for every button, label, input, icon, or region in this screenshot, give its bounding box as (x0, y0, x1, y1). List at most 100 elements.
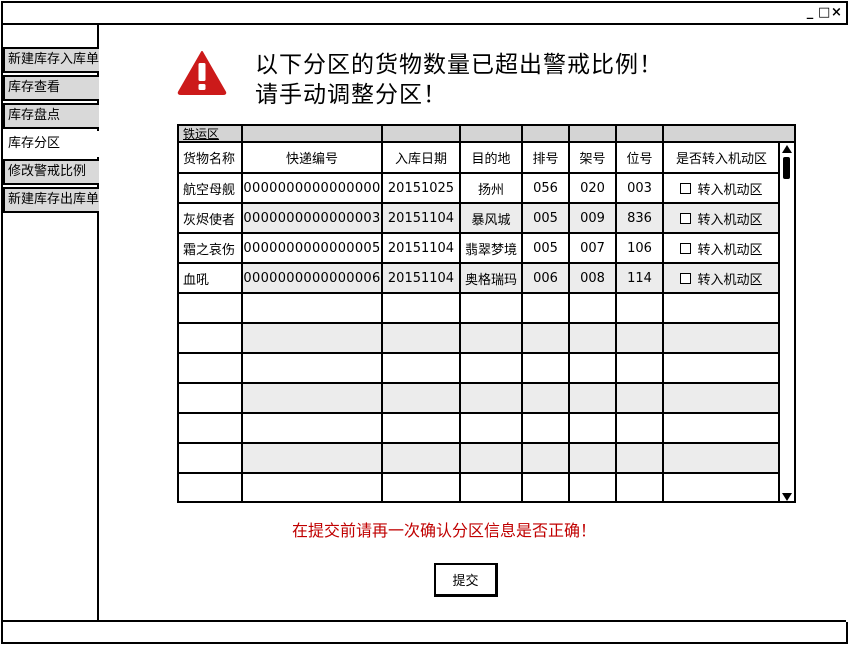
empty-cell (662, 352, 781, 384)
checkbox-box[interactable] (680, 212, 692, 224)
region-tab[interactable]: 铁运区 (183, 126, 219, 143)
empty-cell (459, 472, 523, 501)
sidebar-item-stock-zones[interactable]: 库存分区 (3, 131, 101, 157)
empty-table-row (179, 442, 781, 474)
sidebar: 新建库存入库单 库存查看 库存盘点 库存分区 修改警戒比例 新建库存出库单 (3, 25, 101, 622)
empty-cell (568, 382, 617, 414)
empty-cell (381, 442, 461, 474)
sidebar-item-stock-check[interactable]: 库存盘点 (3, 103, 101, 129)
cell-date: 20151104 (381, 202, 461, 234)
sidebar-item-edit-alert-ratio[interactable]: 修改警戒比例 (3, 159, 101, 185)
cell-row: 056 (521, 172, 570, 204)
empty-cell (662, 292, 781, 324)
empty-cell (615, 352, 664, 384)
empty-table-row (179, 352, 781, 384)
empty-cell (179, 442, 243, 474)
scroll-down-icon[interactable] (782, 493, 792, 501)
cell-dest: 奥格瑞玛 (459, 262, 523, 294)
empty-cell (241, 412, 383, 444)
submit-button[interactable]: 提交 (434, 563, 498, 597)
empty-cell (615, 442, 664, 474)
minimize-icon[interactable]: _ (805, 5, 816, 21)
empty-cell (615, 472, 664, 501)
title-bar: _ □ × (3, 3, 846, 25)
empty-table-row (179, 292, 781, 324)
cell-name: 航空母舰 (179, 172, 243, 204)
checkbox-box[interactable] (680, 272, 692, 284)
app-window: _ □ × 新建库存入库单 库存查看 库存盘点 库存分区 修改警戒比例 新建库存… (1, 1, 848, 644)
cell-name: 霜之哀伤 (179, 232, 243, 264)
move-to-flex-zone-checkbox[interactable]: 转入机动区 (680, 209, 763, 228)
column-header: 入库日期 (381, 143, 461, 174)
empty-cell (381, 382, 461, 414)
sidebar-item-label: 修改警戒比例 (8, 164, 87, 179)
checkbox-box[interactable] (680, 242, 692, 254)
table-header-row: 货物名称 快递编号 入库日期 目的地 排号 架号 位号 是否转入机动区 (179, 143, 781, 174)
cell-code: 0000000000000006 (241, 262, 383, 294)
cell-code: 0000000000000000 (241, 172, 383, 204)
empty-cell (662, 442, 781, 474)
empty-cell (615, 322, 664, 354)
empty-cell (568, 472, 617, 501)
empty-cell (521, 442, 570, 474)
cell-date: 20151025 (381, 172, 461, 204)
zone-table: 铁运区 货物名称 快递编号 入库日期 目的地 排号 架号 位号 是否转入机动区 … (177, 124, 796, 503)
cell-date: 20151104 (381, 232, 461, 264)
move-to-flex-zone-checkbox[interactable]: 转入机动区 (680, 179, 763, 198)
column-header: 位号 (615, 143, 664, 174)
empty-cell (179, 292, 243, 324)
scroll-thumb[interactable] (783, 157, 790, 179)
checkbox-label: 转入机动区 (697, 182, 763, 198)
column-header: 目的地 (459, 143, 523, 174)
table-scrollbar[interactable] (778, 143, 794, 501)
maximize-icon[interactable]: □ (818, 5, 830, 21)
empty-cell (568, 442, 617, 474)
cell-shelf: 009 (568, 202, 617, 234)
cell-row: 005 (521, 232, 570, 264)
empty-cell (179, 352, 243, 384)
sidebar-item-new-inbound[interactable]: 新建库存入库单 (3, 47, 101, 73)
cell-shelf: 007 (568, 232, 617, 264)
table-row[interactable]: 灰烬使者 0000000000000003 20151104 暴风城 005 009 836… (179, 202, 781, 234)
empty-cell (521, 322, 570, 354)
empty-cell (179, 412, 243, 444)
empty-cell (381, 472, 461, 501)
empty-cell (241, 322, 383, 354)
cell-dest: 扬州 (459, 172, 523, 204)
sidebar-item-label: 新建库存入库单 (8, 52, 100, 67)
move-to-flex-zone-checkbox[interactable]: 转入机动区 (680, 239, 763, 258)
main-content: 以下分区的货物数量已超出警戒比例！ 请手动调整分区！ 铁运区 货物名称 快递编号… (99, 25, 848, 622)
checkbox-label: 转入机动区 (697, 272, 763, 288)
sidebar-item-label: 库存盘点 (8, 108, 61, 123)
cell-shelf: 008 (568, 262, 617, 294)
empty-cell (459, 292, 523, 324)
column-header: 排号 (521, 143, 570, 174)
empty-cell (662, 382, 781, 414)
empty-cell (662, 322, 781, 354)
warning-icon (177, 51, 227, 95)
cell-pos: 836 (615, 202, 664, 234)
checkbox-box[interactable] (680, 182, 692, 194)
empty-cell (241, 442, 383, 474)
close-icon[interactable]: × (831, 5, 842, 21)
move-to-flex-zone-checkbox[interactable]: 转入机动区 (680, 269, 763, 288)
cell-pos: 106 (615, 232, 664, 264)
table-row[interactable]: 血吼 0000000000000006 20151104 奥格瑞玛 006 008 114 转… (179, 262, 781, 294)
empty-cell (459, 442, 523, 474)
cell-code: 0000000000000003 (241, 202, 383, 234)
empty-cell (381, 292, 461, 324)
scroll-up-icon[interactable] (782, 145, 792, 153)
sidebar-item-new-outbound[interactable]: 新建库存出库单 (3, 187, 101, 213)
column-header: 货物名称 (179, 143, 243, 174)
table-row[interactable]: 霜之哀伤 0000000000000005 20151104 翡翠梦境 005 007 10… (179, 232, 781, 264)
empty-cell (459, 352, 523, 384)
empty-cell (568, 292, 617, 324)
cell-pos: 003 (615, 172, 664, 204)
empty-cell (381, 412, 461, 444)
region-tab-strip: 铁运区 (179, 126, 794, 143)
empty-table-row (179, 472, 781, 501)
sidebar-item-view-stock[interactable]: 库存查看 (3, 75, 101, 101)
table-row[interactable]: 航空母舰 0000000000000000 20151025 扬州 056 020 003 转… (179, 172, 781, 204)
empty-cell (179, 472, 243, 501)
cell-name: 血吼 (179, 262, 243, 294)
